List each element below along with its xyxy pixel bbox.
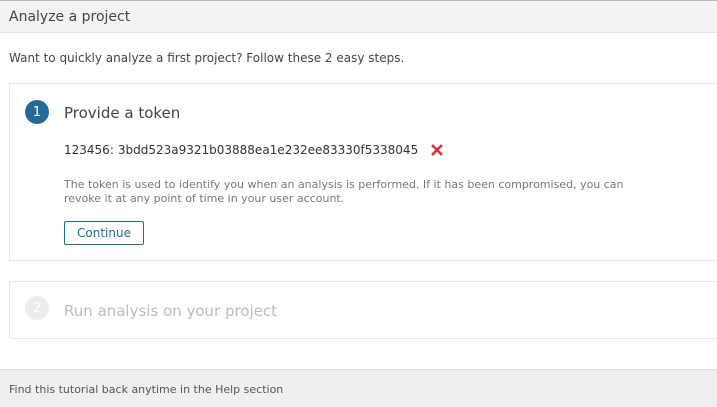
token-separator: : — [109, 143, 114, 157]
step-number-2: 2 — [25, 296, 49, 320]
step-title-2: Run analysis on your project — [64, 302, 278, 320]
modal-footer: Find this tutorial back anytime in the H… — [0, 369, 717, 407]
step-run-analysis: 2 Run analysis on your project — [9, 281, 717, 339]
close-icon[interactable] — [431, 144, 444, 156]
token-help-text: The token is used to identify you when a… — [64, 178, 624, 205]
step-provide-token: 1 Provide a token 123456: 3bdd523a9321b0… — [9, 83, 717, 261]
token-line: 123456: 3bdd523a9321b03888ea1e232ee83330… — [64, 143, 444, 157]
analyze-project-modal: Analyze a project Want to quickly analyz… — [0, 0, 717, 407]
token-value: 3bdd523a9321b03888ea1e232ee83330f5338045 — [117, 143, 419, 157]
modal-header: Analyze a project — [0, 1, 717, 33]
continue-button[interactable]: Continue — [64, 221, 144, 245]
modal-title: Analyze a project — [9, 8, 131, 25]
step-title-1: Provide a token — [64, 104, 181, 122]
intro-text: Want to quickly analyze a first project?… — [9, 51, 405, 65]
step-number-1: 1 — [25, 100, 49, 124]
token-name: 123456 — [64, 143, 110, 157]
footer-text: Find this tutorial back anytime in the H… — [9, 382, 284, 396]
